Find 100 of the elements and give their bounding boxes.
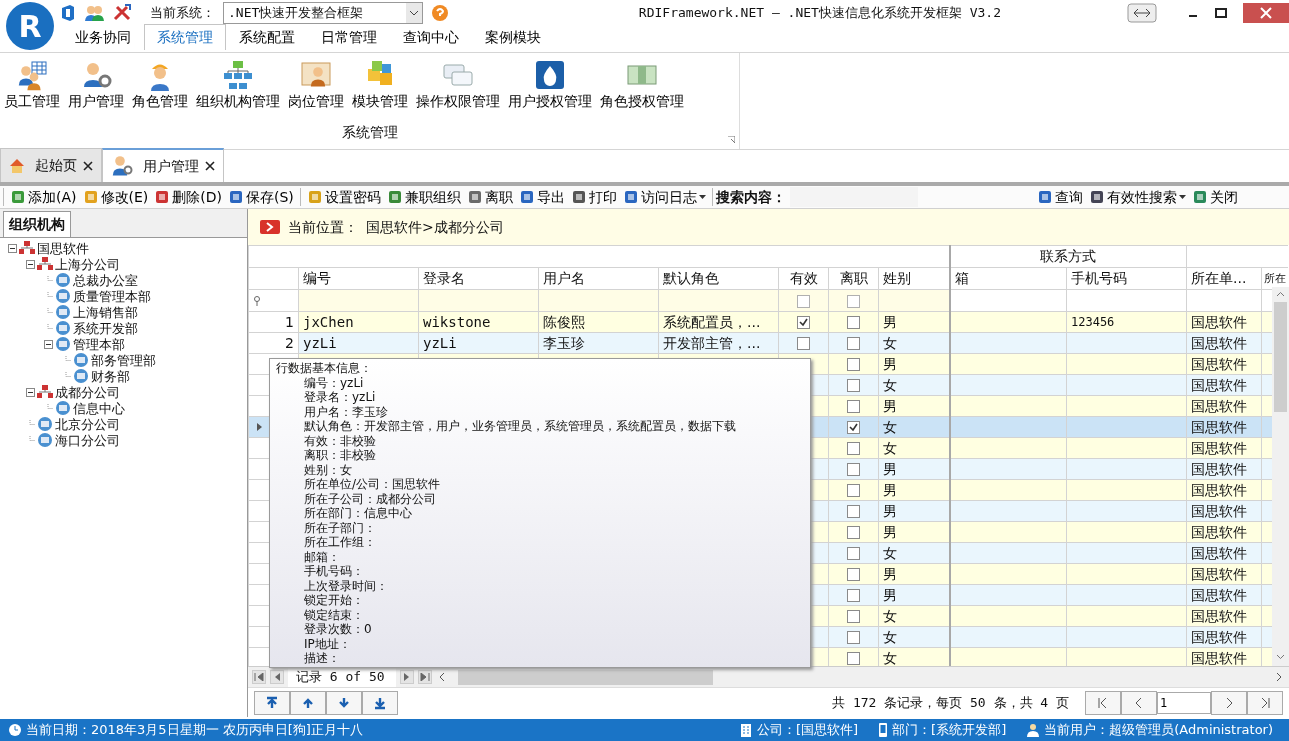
ribbon-button[interactable]: 角色授权管理 <box>596 57 688 114</box>
tools-icon[interactable] <box>112 4 134 22</box>
office-icon[interactable] <box>60 4 76 22</box>
first-page[interactable] <box>1085 690 1121 715</box>
tree-item[interactable]: 财务部 <box>91 368 130 384</box>
expand-icon[interactable] <box>728 136 735 143</box>
tree-item[interactable]: 信息中心 <box>73 400 125 416</box>
move-up-button[interactable] <box>290 690 326 715</box>
tree-item[interactable]: 上海销售部 <box>73 304 138 320</box>
tree-item[interactable]: 北京分公司 <box>55 416 120 432</box>
ribbon-button[interactable]: 操作权限管理 <box>412 57 504 114</box>
checkbox[interactable] <box>847 589 860 602</box>
next-page[interactable] <box>1211 690 1247 715</box>
row-indicator-icon[interactable] <box>257 423 262 431</box>
checkbox[interactable] <box>847 547 860 560</box>
toolbar-button[interactable]: 删除(D) <box>151 186 225 208</box>
checkbox[interactable] <box>847 484 860 497</box>
page-field[interactable]: 1 <box>1157 691 1211 714</box>
ribbon-button[interactable]: 用户管理 <box>64 57 128 114</box>
checkbox[interactable] <box>847 379 860 392</box>
people-icon[interactable] <box>84 5 104 21</box>
horizontal-scroll-thumb[interactable] <box>458 669 713 685</box>
toolbar-button[interactable]: 打印 <box>567 186 620 208</box>
toolbar-button[interactable]: 兼职组织 <box>383 186 464 208</box>
last-page[interactable] <box>1247 690 1283 715</box>
previous-record[interactable] <box>270 670 284 684</box>
expand-toggle[interactable] <box>26 387 35 397</box>
checkbox[interactable] <box>847 610 860 623</box>
tree-item[interactable]: 总裁办公室 <box>73 272 138 288</box>
ribbon-button[interactable]: 岗位管理 <box>284 57 348 114</box>
expand-toggle[interactable] <box>8 243 17 253</box>
table-cell: 国思软件 <box>1191 586 1247 603</box>
checkbox[interactable] <box>847 358 860 371</box>
ribbon-button[interactable]: 用户授权管理 <box>504 57 596 114</box>
tree-item[interactable]: 海口分公司 <box>55 432 120 448</box>
ribbon-tab[interactable]: 系统管理 <box>144 24 226 50</box>
filter-checkbox[interactable] <box>797 294 810 308</box>
ribbon-tab[interactable]: 日常管理 <box>308 24 390 50</box>
expand-toggle[interactable] <box>44 339 53 349</box>
toolbar-button[interactable]: 设置密码 <box>303 186 384 208</box>
toolbar-button[interactable]: 添加(A) <box>7 186 80 208</box>
ribbon-tab[interactable]: 系统配置 <box>226 24 308 50</box>
ribbon-tab[interactable]: 案例模块 <box>472 24 554 50</box>
next-record[interactable] <box>400 670 414 684</box>
tree-item[interactable]: 系统开发部 <box>73 320 138 336</box>
toolbar-button[interactable]: 查询 <box>1034 186 1086 208</box>
toolbar-button[interactable]: 导出 <box>515 186 568 208</box>
filter-checkbox[interactable] <box>847 294 860 308</box>
checkbox[interactable] <box>797 337 810 350</box>
toolbar-button[interactable]: 访问日志 <box>619 186 709 208</box>
checkbox[interactable] <box>847 316 860 329</box>
ribbon-tab[interactable]: 查询中心 <box>390 24 472 50</box>
filter-icon[interactable] <box>253 295 261 306</box>
tree-item[interactable]: 上海分公司 <box>55 256 120 272</box>
ribbon-button[interactable]: 模块管理 <box>348 57 412 114</box>
ribbon-button[interactable]: 角色管理 <box>128 57 192 114</box>
scroll-thumb[interactable] <box>1274 302 1287 412</box>
previous-page[interactable] <box>1121 690 1157 715</box>
tree-item[interactable]: 质量管理本部 <box>73 288 151 304</box>
checkbox[interactable] <box>847 421 860 434</box>
toolbar-button[interactable]: 保存(S) <box>225 186 297 208</box>
ribbon-button[interactable]: 员工管理 <box>0 57 64 114</box>
tree-item[interactable]: 管理本部 <box>73 336 125 352</box>
move-bottom-button[interactable] <box>362 690 398 715</box>
document-tab[interactable]: 用户管理 <box>102 148 224 182</box>
toolbar-button[interactable]: 修改(E) <box>79 186 152 208</box>
checkbox[interactable] <box>847 631 860 644</box>
checkbox[interactable] <box>847 337 860 350</box>
tree-item[interactable]: 国思软件 <box>37 240 89 256</box>
toolbar-button[interactable]: 离职 <box>463 186 516 208</box>
checkbox[interactable] <box>847 505 860 518</box>
ribbon-tab[interactable]: 业务协同 <box>62 24 144 50</box>
ribbon-button[interactable]: 组织机构管理 <box>192 57 284 114</box>
maximize-icon[interactable] <box>1215 8 1227 18</box>
close-icon[interactable] <box>205 161 215 171</box>
checkbox[interactable] <box>847 400 860 413</box>
expand-toggle[interactable] <box>26 259 35 269</box>
checkbox[interactable] <box>847 442 860 455</box>
search-field[interactable] <box>789 187 918 207</box>
tree-item[interactable]: 成都分公司 <box>55 384 120 400</box>
close-icon[interactable] <box>83 160 93 171</box>
checkbox[interactable] <box>847 463 860 476</box>
toolbar-button[interactable]: 有效性搜索 <box>1086 186 1189 208</box>
system-select[interactable]: .NET快速开发整合框架 <box>223 2 423 24</box>
vertical-scrollbar[interactable] <box>1272 287 1289 666</box>
last-record[interactable] <box>418 670 432 684</box>
help-icon[interactable] <box>431 4 449 22</box>
toolbar-button[interactable]: 关闭 <box>1189 186 1241 208</box>
move-down-button[interactable] <box>326 690 362 715</box>
panel-tab[interactable]: 组织机构 <box>3 211 71 237</box>
column-header[interactable]: 箱 <box>949 267 1067 290</box>
document-tab[interactable]: 起始页 <box>0 148 102 182</box>
checkbox[interactable] <box>847 526 860 539</box>
checkbox[interactable] <box>847 652 860 665</box>
checkbox[interactable] <box>847 568 860 581</box>
checkbox[interactable] <box>797 316 810 329</box>
tree-item[interactable]: 部务管理部 <box>91 352 156 368</box>
move-top-button[interactable] <box>254 690 290 715</box>
first-record[interactable] <box>252 670 266 684</box>
swap-icon[interactable] <box>1127 3 1157 23</box>
